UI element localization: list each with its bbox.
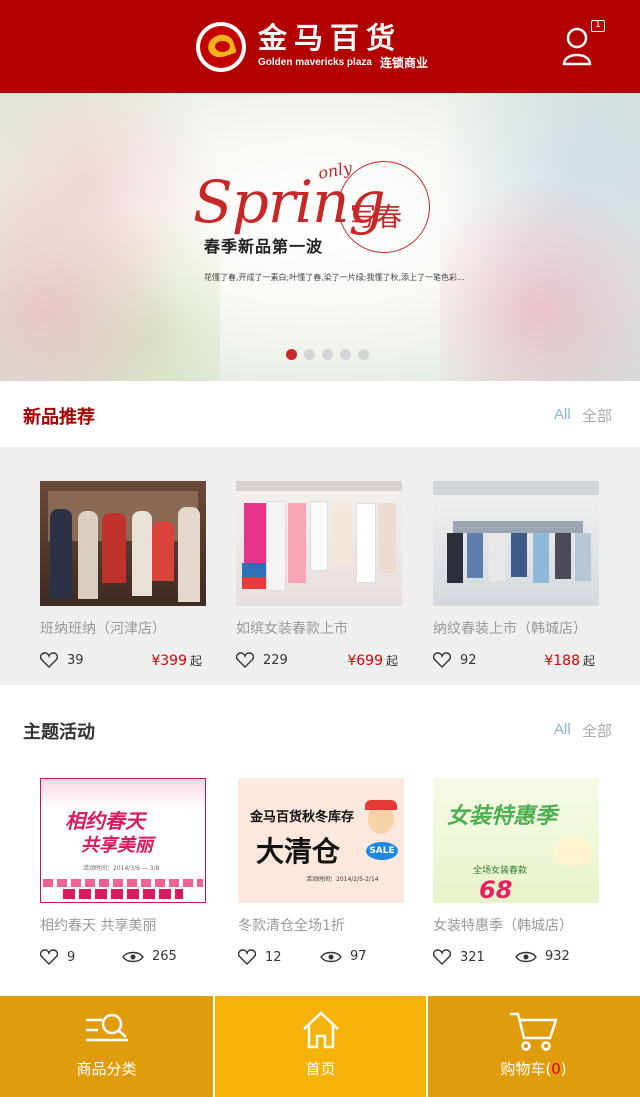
brand-name-cn: 金马百货	[258, 21, 403, 55]
like-count: 321	[460, 949, 485, 965]
like-button[interactable]: 39	[40, 652, 84, 668]
product-card[interactable]: 纳纹春装上市（韩城店） 92 ¥188 起	[433, 481, 599, 676]
promo-banner[interactable]: Spring only 写春 春季新品第一波 花懂了春,开成了一素白;叶懂了春,…	[0, 93, 640, 381]
user-account-button[interactable]: 1	[562, 20, 605, 66]
activity-card[interactable]: 金马百货秋冬库存 大清仓 SALE 活动时间：2014/2/5-2/14 冬款清…	[238, 778, 404, 973]
heart-icon	[433, 652, 451, 668]
activity-image[interactable]: 金马百货秋冬库存 大清仓 SALE 活动时间：2014/2/5-2/14	[238, 778, 404, 903]
eye-icon	[320, 951, 342, 962]
view-count: 265	[152, 949, 177, 964]
heart-icon	[40, 949, 58, 965]
like-count: 229	[263, 652, 288, 668]
heart-icon	[236, 652, 254, 668]
banner-subtitle: 花懂了春,开成了一素白;叶懂了春,染了一片绿;我懂了秋,添上了一笔色彩...	[204, 273, 465, 282]
banner-flowers-left	[0, 93, 220, 381]
product-image[interactable]	[433, 481, 599, 606]
new-products-list: 班纳班纳（河津店） 39 ¥399 起 如缤女装春款上市 229 ¥699 起 …	[0, 447, 640, 685]
activity-image[interactable]: 相约春天 共享美丽 活动时间：2014/3/6 — 3/8	[40, 778, 206, 903]
banner-flowers-right	[440, 93, 640, 381]
eye-icon	[515, 951, 537, 962]
product-price: ¥699 起	[347, 653, 398, 669]
product-name[interactable]: 班纳班纳（河津店）	[40, 618, 206, 638]
banner-heading: 春季新品第一波	[204, 237, 324, 256]
logo-emblem-icon	[196, 22, 246, 72]
category-search-icon	[85, 1013, 128, 1042]
heart-icon	[238, 949, 256, 965]
view-all-link[interactable]: All	[554, 721, 571, 738]
cart-count: 0	[551, 1060, 561, 1078]
activities-header: 主题活动 All 全部	[0, 696, 640, 762]
like-count: 9	[67, 949, 76, 965]
product-image[interactable]	[236, 481, 402, 606]
banner-title-cn: 写春	[350, 203, 403, 233]
like-button[interactable]: 9	[40, 949, 75, 965]
carousel-dot[interactable]	[286, 349, 297, 360]
activities-list: 相约春天 共享美丽 活动时间：2014/3/6 — 3/8 相约春天 共享美丽 …	[0, 760, 640, 996]
activity-card[interactable]: 女装特惠季 全场女装春款 68 女装特惠季（韩城店） 321 932	[433, 778, 599, 973]
nav-home[interactable]: 首页	[213, 996, 426, 1097]
activity-name[interactable]: 相约春天 共享美丽	[40, 915, 206, 935]
like-button[interactable]: 229	[236, 652, 288, 668]
carousel-indicator	[286, 349, 376, 360]
nav-home-label: 首页	[305, 1060, 336, 1078]
view-all-link-cn[interactable]: 全部	[582, 405, 612, 426]
like-count: 39	[67, 652, 84, 668]
carousel-dot[interactable]	[322, 349, 333, 360]
section-title: 新品推荐	[23, 407, 95, 428]
like-button[interactable]: 321	[433, 949, 485, 965]
user-icon	[562, 27, 592, 66]
view-all-link[interactable]: All	[554, 406, 571, 423]
activity-image[interactable]: 女装特惠季 全场女装春款 68	[433, 778, 599, 903]
brand-name-en: Golden mavericks plaza	[258, 57, 372, 68]
product-name[interactable]: 纳纹春装上市（韩城店）	[433, 618, 599, 638]
product-image[interactable]	[40, 481, 206, 606]
view-count-group: 932	[515, 949, 570, 964]
product-card[interactable]: 如缤女装春款上市 229 ¥699 起	[236, 481, 402, 676]
bottom-nav: 商品分类 首页 购物车(0)	[0, 996, 640, 1097]
nav-cart[interactable]: 购物车(0)	[426, 996, 639, 1097]
like-count: 12	[265, 949, 282, 965]
view-all-link-cn[interactable]: 全部	[582, 720, 612, 741]
heart-icon	[433, 949, 451, 965]
activity-name[interactable]: 冬款清仓全场1折	[238, 915, 404, 935]
app-header: 金马百货 Golden mavericks plaza 连锁商业 1	[0, 0, 640, 93]
brand-logo[interactable]: 金马百货 Golden mavericks plaza 连锁商业	[196, 22, 428, 72]
heart-icon	[40, 652, 58, 668]
product-card[interactable]: 班纳班纳（河津店） 39 ¥399 起	[40, 481, 206, 676]
activity-name[interactable]: 女装特惠季（韩城店）	[433, 915, 599, 935]
message-badge: 1	[591, 20, 605, 32]
section-title: 主题活动	[23, 722, 95, 743]
view-count-group: 265	[122, 949, 177, 964]
view-count: 932	[545, 949, 570, 964]
like-button[interactable]: 92	[433, 652, 477, 668]
product-price: ¥188 起	[544, 653, 595, 669]
product-name[interactable]: 如缤女装春款上市	[236, 618, 402, 638]
activity-card[interactable]: 相约春天 共享美丽 活动时间：2014/3/6 — 3/8 相约春天 共享美丽 …	[40, 778, 206, 973]
view-count: 97	[350, 949, 367, 964]
nav-category-label: 商品分类	[76, 1060, 137, 1078]
carousel-dot[interactable]	[304, 349, 315, 360]
like-count: 92	[460, 652, 477, 668]
eye-icon	[122, 951, 144, 962]
nav-cart-label: 购物车(0)	[500, 1060, 567, 1078]
product-price: ¥399 起	[151, 653, 202, 669]
carousel-dot[interactable]	[358, 349, 369, 360]
view-count-group: 97	[320, 949, 367, 964]
home-icon	[302, 1011, 339, 1049]
nav-category[interactable]: 商品分类	[0, 996, 213, 1097]
new-products-header: 新品推荐 All 全部	[0, 381, 640, 447]
cart-icon	[509, 1012, 558, 1051]
brand-subtitle: 连锁商业	[379, 56, 428, 70]
like-button[interactable]: 12	[238, 949, 282, 965]
carousel-dot[interactable]	[340, 349, 351, 360]
